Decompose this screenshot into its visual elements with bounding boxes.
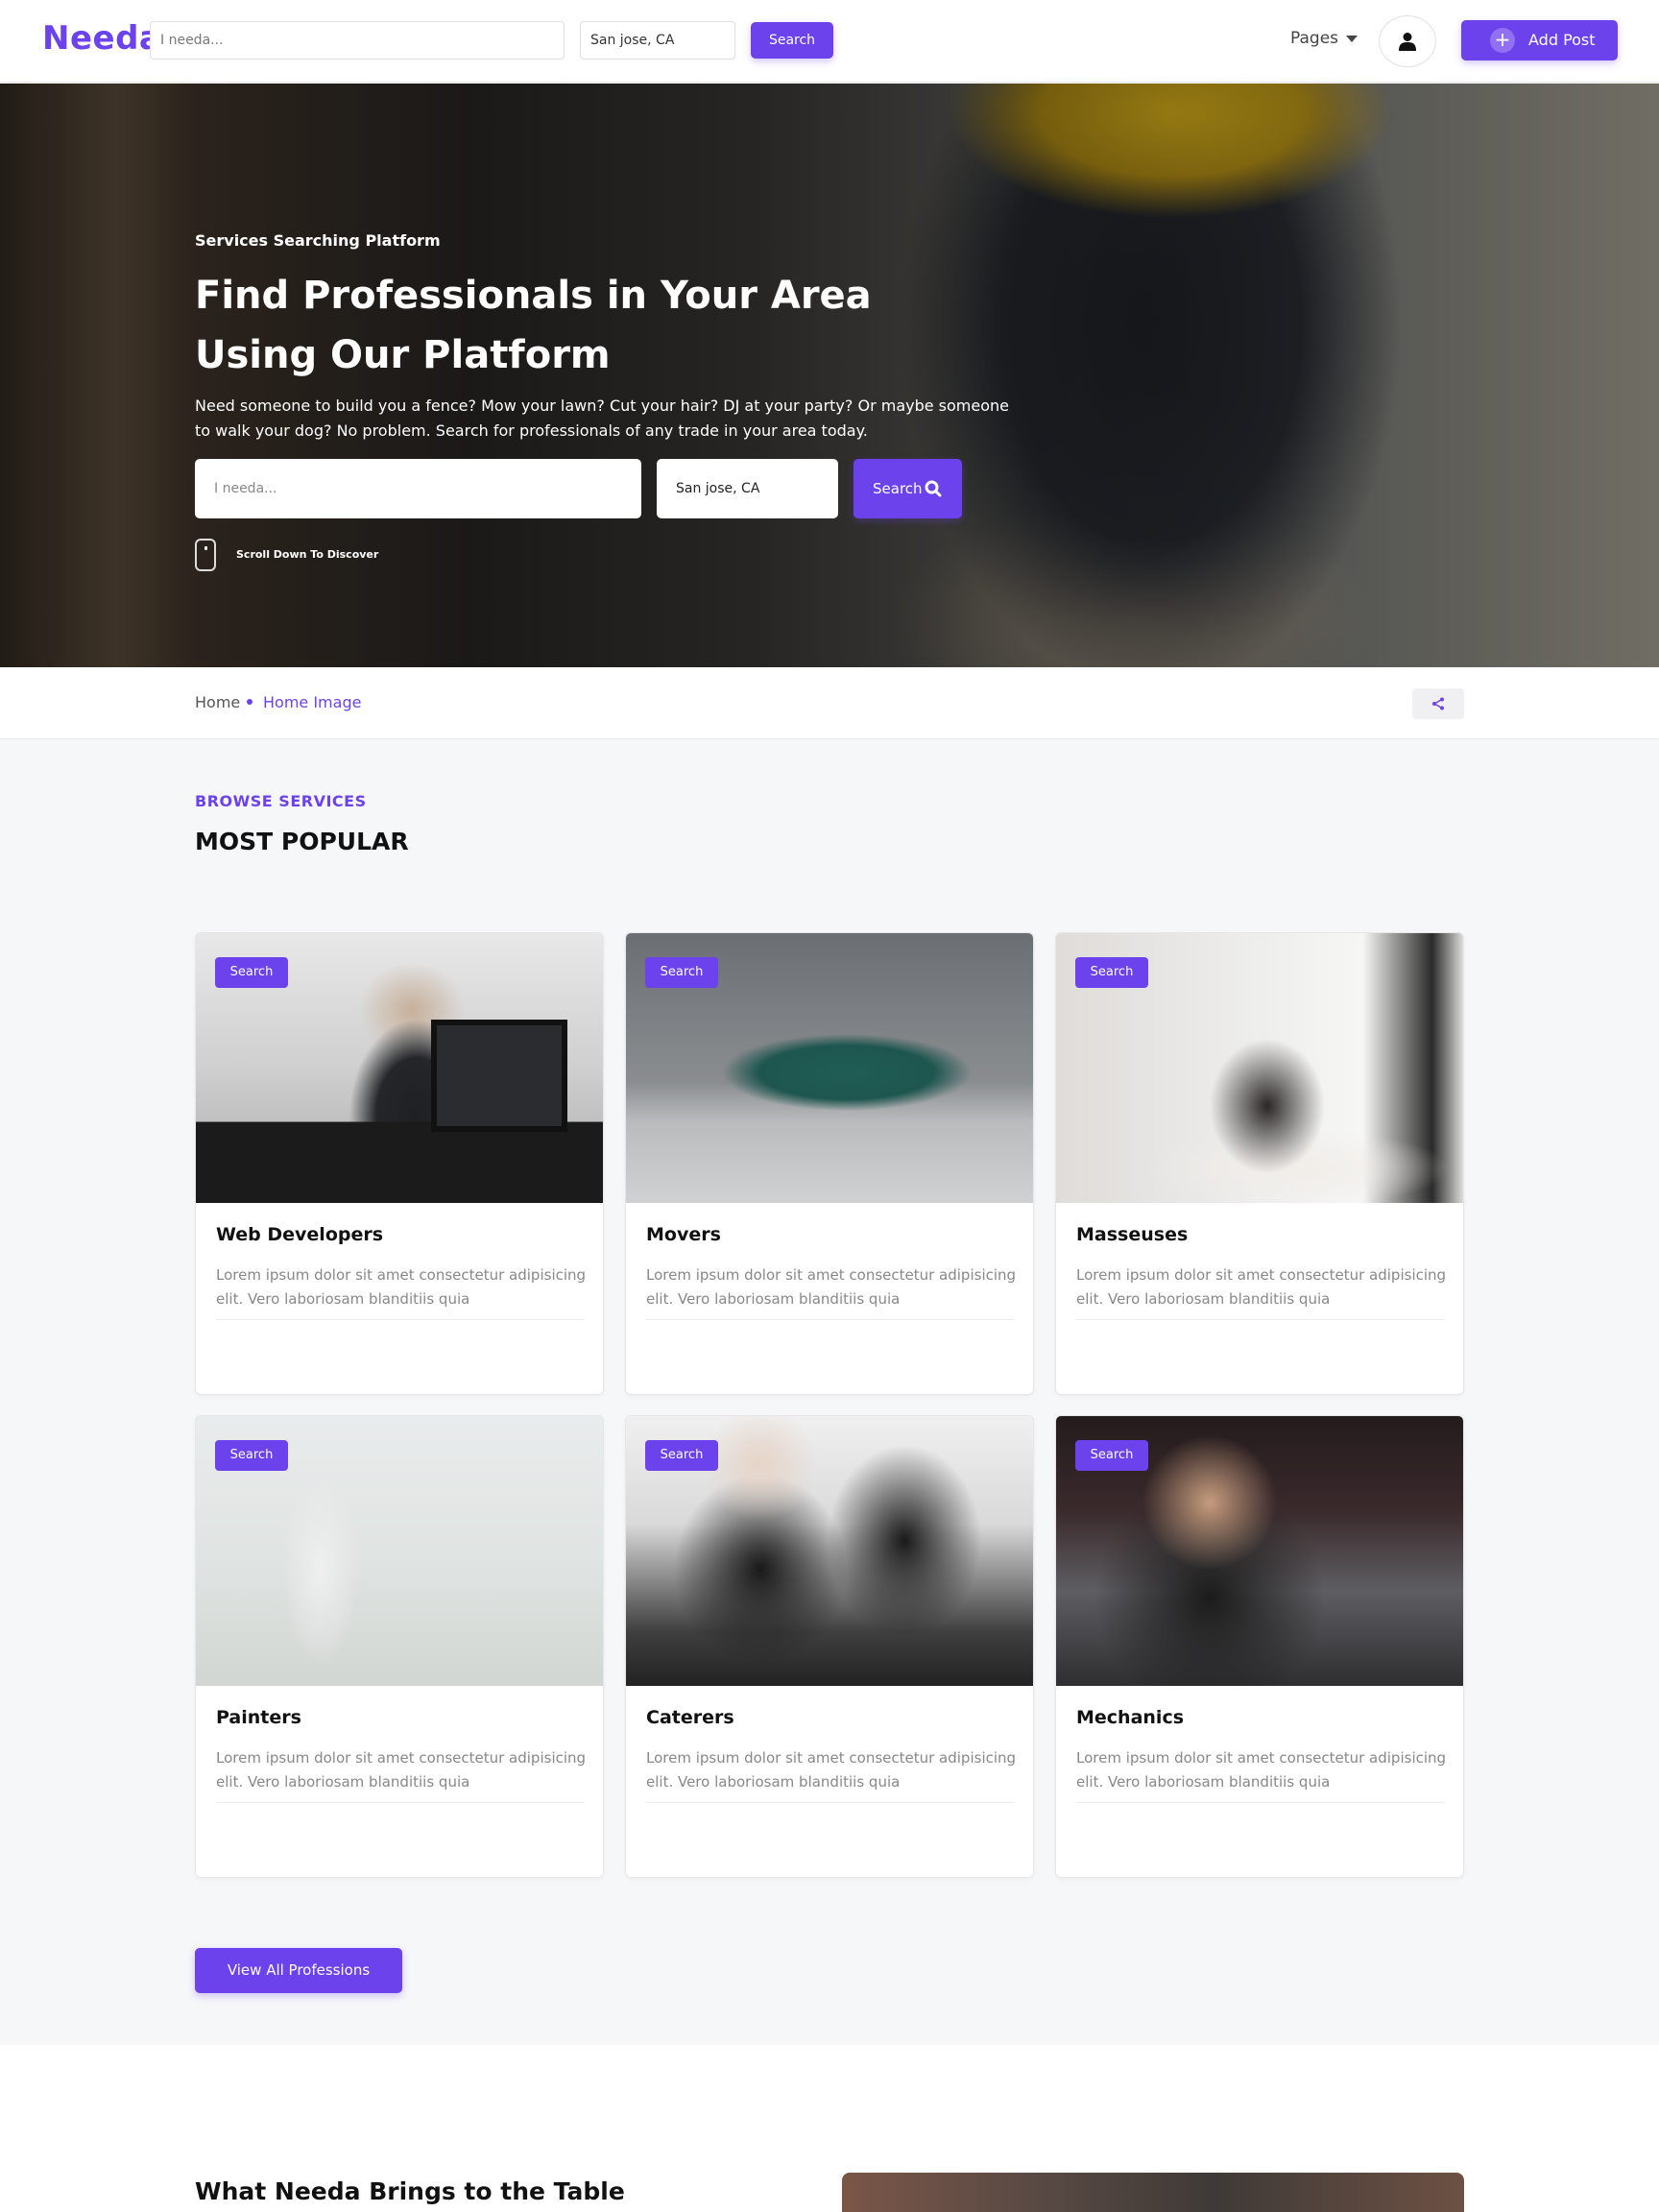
card-divider [646, 1802, 1015, 1803]
card-description: Lorem ipsum dolor sit amet consectetur a… [646, 1266, 1017, 1308]
section-kicker: BROWSE SERVICES [195, 792, 367, 810]
breadcrumb-home-link[interactable]: Home [195, 693, 240, 711]
service-card-masseuses[interactable]: Search Masseuses Lorem ipsum dolor sit a… [1055, 932, 1464, 1395]
card-search-badge[interactable]: Search [645, 957, 718, 988]
features-image [842, 2173, 1464, 2212]
card-divider [1076, 1319, 1445, 1320]
breadcrumb-separator [247, 699, 252, 705]
card-title[interactable]: Masseuses [1076, 1224, 1188, 1245]
add-post-label: Add Post [1528, 31, 1596, 49]
card-title[interactable]: Mechanics [1076, 1707, 1184, 1728]
hero-search-label: Search [873, 480, 923, 497]
card-divider [646, 1319, 1015, 1320]
service-card-caterers[interactable]: Search Caterers Lorem ipsum dolor sit am… [625, 1415, 1034, 1878]
card-divider [216, 1802, 585, 1803]
add-post-button[interactable]: + Add Post [1461, 20, 1618, 60]
user-account-button[interactable] [1379, 15, 1436, 67]
card-title[interactable]: Painters [216, 1707, 301, 1728]
card-title[interactable]: Web Developers [216, 1224, 383, 1245]
search-icon [925, 480, 942, 497]
hero-description: Need someone to build you a fence? Mow y… [195, 397, 1010, 440]
pages-menu[interactable]: Pages [1290, 29, 1358, 48]
service-card-mechanics[interactable]: Search Mechanics Lorem ipsum dolor sit a… [1055, 1415, 1464, 1878]
card-search-badge[interactable]: Search [1075, 957, 1148, 988]
hero-location-input[interactable]: San jose, CA [657, 459, 838, 518]
hero-title: Find Professionals in Your Area Using Ou… [195, 274, 872, 377]
card-search-badge[interactable]: Search [215, 1440, 288, 1471]
header-search-input[interactable]: I needa... [150, 21, 565, 60]
card-title[interactable]: Caterers [646, 1707, 734, 1728]
user-icon [1399, 33, 1416, 51]
view-all-professions-button[interactable]: View All Professions [195, 1948, 402, 1993]
plus-icon: + [1490, 28, 1515, 53]
header-location-input[interactable]: San jose, CA [580, 21, 735, 60]
card-description: Lorem ipsum dolor sit amet consectetur a… [216, 1749, 587, 1791]
share-button[interactable] [1412, 688, 1464, 719]
hero-search-button[interactable]: Search [854, 459, 962, 518]
card-description: Lorem ipsum dolor sit amet consectetur a… [1076, 1266, 1447, 1308]
card-divider [1076, 1802, 1445, 1803]
card-search-badge[interactable]: Search [645, 1440, 718, 1471]
service-card-painters[interactable]: Search Painters Lorem ipsum dolor sit am… [195, 1415, 604, 1878]
section-title: MOST POPULAR [195, 828, 409, 855]
scroll-down-text[interactable]: Scroll Down To Discover [236, 548, 378, 561]
breadcrumb: Home Home Image [0, 667, 1659, 739]
header-search-button[interactable]: Search [751, 22, 833, 59]
pages-menu-label: Pages [1290, 29, 1339, 48]
features-section: What Needa Brings to the Table [0, 2045, 1659, 2212]
card-divider [216, 1319, 585, 1320]
hero-search-input[interactable]: I needa... [195, 459, 641, 518]
features-title: What Needa Brings to the Table [195, 2177, 625, 2205]
card-search-badge[interactable]: Search [1075, 1440, 1148, 1471]
logo[interactable]: Needa [42, 19, 161, 58]
card-title[interactable]: Movers [646, 1224, 721, 1245]
service-card-movers[interactable]: Search Movers Lorem ipsum dolor sit amet… [625, 932, 1034, 1395]
card-description: Lorem ipsum dolor sit amet consectetur a… [1076, 1749, 1447, 1791]
hero-banner: Services Searching Platform Find Profess… [0, 84, 1659, 667]
site-header: Needa I needa... San jose, CA Search Pag… [0, 0, 1659, 83]
breadcrumb-current: Home Image [263, 693, 362, 711]
card-search-badge[interactable]: Search [215, 957, 288, 988]
mouse-icon [195, 539, 216, 571]
service-card-web-developers[interactable]: Search Web Developers Lorem ipsum dolor … [195, 932, 604, 1395]
share-icon [1432, 697, 1444, 710]
hero-kicker: Services Searching Platform [195, 231, 441, 250]
caret-down-icon [1346, 35, 1358, 42]
card-description: Lorem ipsum dolor sit amet consectetur a… [646, 1749, 1017, 1791]
card-description: Lorem ipsum dolor sit amet consectetur a… [216, 1266, 587, 1308]
